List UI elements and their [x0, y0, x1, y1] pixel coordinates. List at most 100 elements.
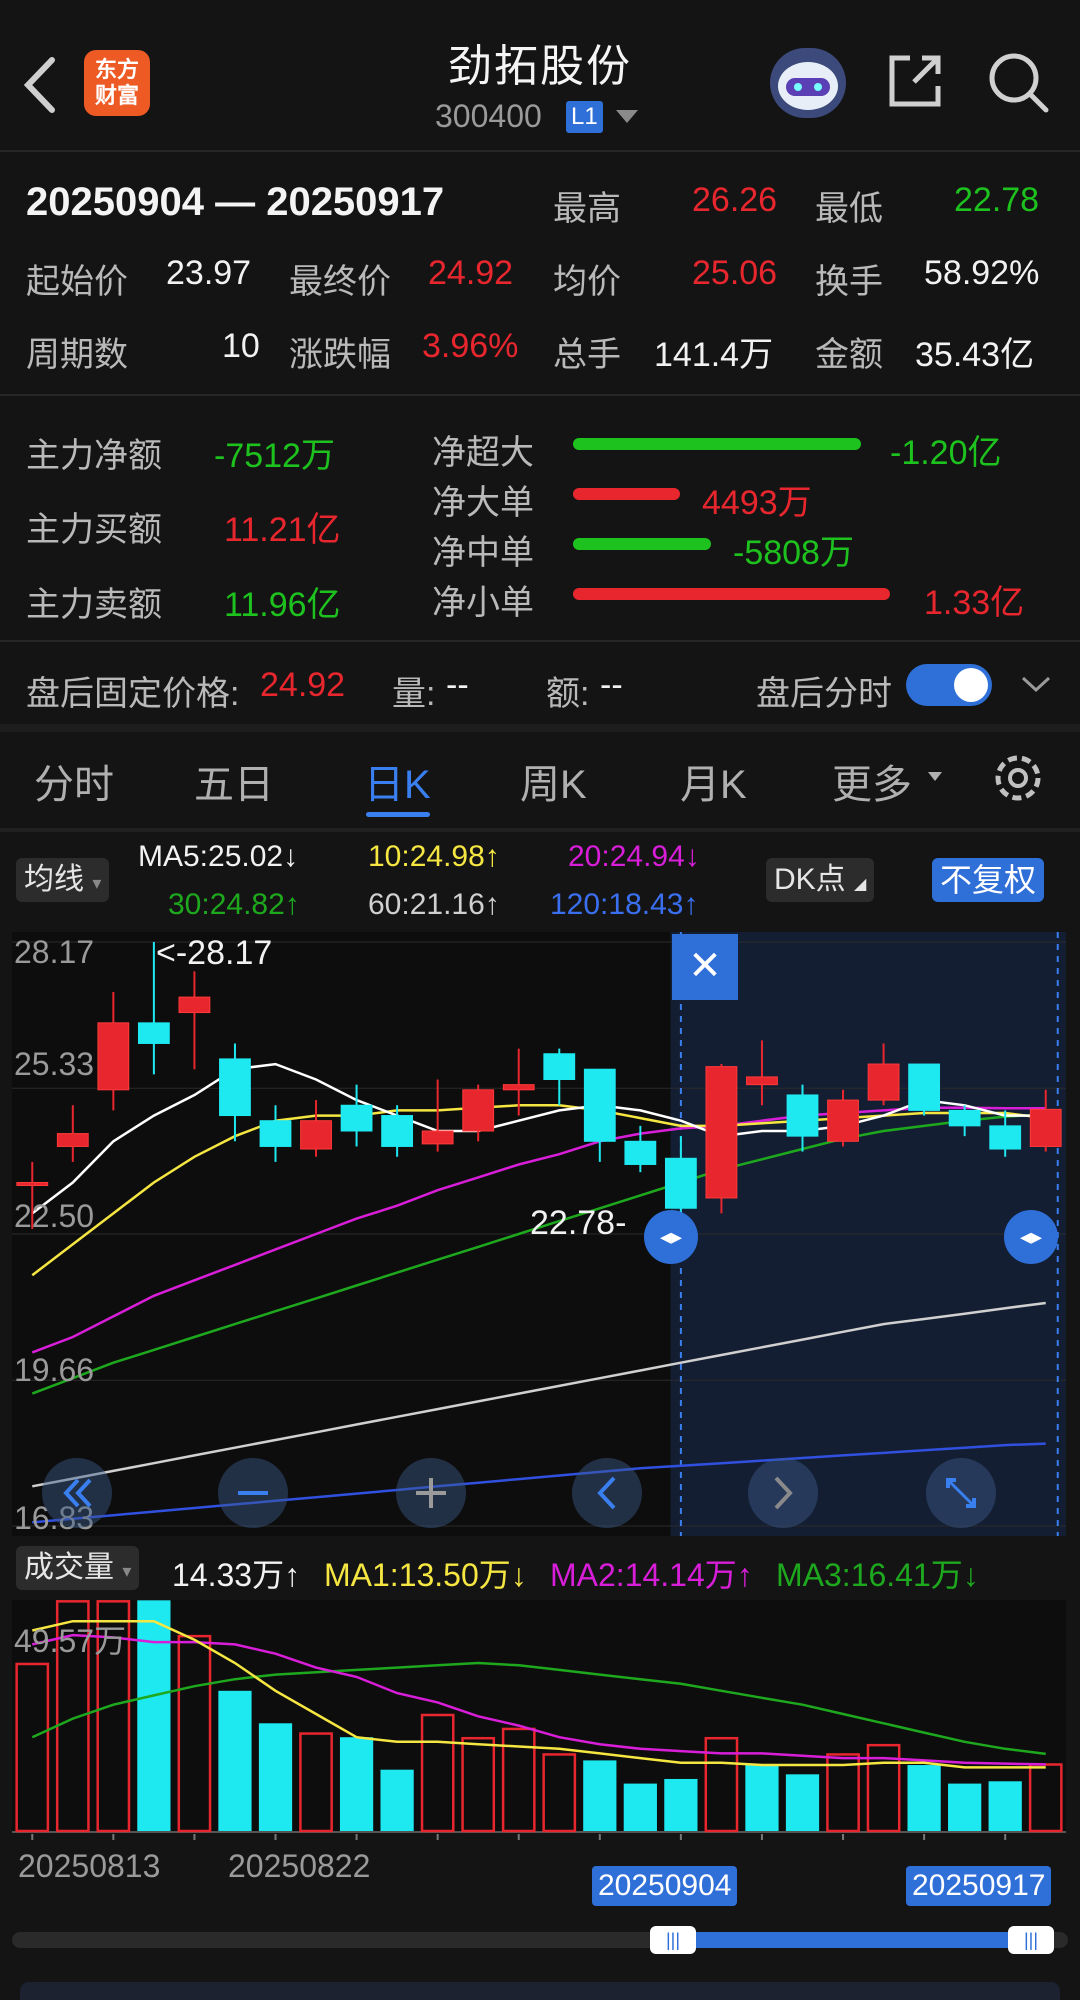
y-tick-1: 25.33 — [14, 1046, 95, 1082]
range-right-grip-icon[interactable]: ||| — [1008, 1926, 1054, 1954]
flow-large-value: 4493万 — [702, 484, 812, 522]
range-start-date: 20250904 — [592, 1866, 738, 1906]
level-badge[interactable]: L1 — [566, 101, 603, 133]
tab-active-indicator — [366, 812, 430, 817]
app-logo[interactable]: 东方 财富 — [84, 50, 150, 116]
candle-body — [502, 1084, 535, 1091]
range-left-grip-icon[interactable]: ||| — [650, 1926, 696, 1954]
periods-value: 10 — [222, 327, 260, 365]
candle-body — [219, 1058, 251, 1117]
main-buy-value: 11.21亿 — [224, 511, 341, 549]
divider — [0, 828, 1080, 832]
main-buy-label: 主力买额 — [26, 511, 162, 549]
candle-body — [786, 1094, 819, 1137]
candle-body — [16, 1182, 49, 1187]
y-tick-3: 19.66 — [14, 1352, 95, 1388]
flow-small-label: 净小单 — [432, 584, 534, 622]
tab-weekly-k[interactable]: 周K — [520, 752, 587, 810]
close-icon[interactable]: ✕ — [672, 934, 738, 1000]
after-hours-price: 24.92 — [260, 666, 346, 704]
logo-text-top: 东方 — [94, 57, 139, 82]
step-right-icon[interactable] — [748, 1458, 818, 1528]
tab-five-day[interactable]: 五日 — [194, 752, 274, 810]
range-start-handle-icon[interactable]: ◂▸ — [644, 1210, 698, 1264]
logo-text-bottom: 财富 — [94, 83, 139, 108]
close-value: 24.92 — [428, 254, 514, 292]
candle-body — [705, 1066, 738, 1199]
main-sell-value: 11.96亿 — [224, 586, 341, 624]
tab-more[interactable]: 更多 — [832, 752, 912, 810]
fullscreen-icon[interactable] — [926, 1458, 996, 1528]
candle-body — [56, 1133, 89, 1147]
volume-selector-label: 成交量 — [24, 1551, 114, 1584]
volume-bar — [583, 1760, 617, 1831]
adjust-button[interactable]: 不复权 — [932, 858, 1045, 902]
share-icon[interactable] — [884, 50, 946, 112]
main-sell-label: 主力卖额 — [26, 586, 162, 624]
candle-body — [908, 1063, 941, 1111]
step-left-icon[interactable] — [572, 1458, 642, 1528]
change-value: 3.96% — [422, 327, 519, 365]
volume-bar — [988, 1781, 1022, 1831]
flow-super-label: 净超大 — [432, 434, 534, 472]
candle-body — [462, 1089, 495, 1132]
range-end-date: 20250917 — [906, 1866, 1052, 1906]
candle-body — [137, 1022, 170, 1044]
corner-triangle-icon: ◢ — [854, 876, 867, 893]
dk-point-button[interactable]: DK点 ◢ — [766, 858, 875, 902]
candle-body — [1029, 1108, 1062, 1147]
tab-daily-k[interactable]: 日K — [364, 752, 431, 810]
toggle-knob — [954, 668, 988, 702]
search-icon[interactable] — [986, 50, 1050, 114]
candle-body — [989, 1125, 1022, 1150]
stock-code[interactable]: 300400 — [435, 98, 542, 135]
candle-body — [421, 1130, 454, 1145]
volume-bar — [664, 1778, 698, 1831]
caret-down-icon — [928, 772, 942, 781]
chevron-down-icon[interactable] — [616, 110, 638, 123]
open-value: 23.97 — [166, 254, 252, 292]
caret-down-icon: ▾ — [122, 1561, 132, 1581]
tab-intraday[interactable]: 分时 — [34, 752, 114, 810]
volume-chart[interactable] — [0, 1600, 1080, 1840]
indicator-selector-label: 均线 — [24, 863, 84, 896]
volume-ma1: MA1:13.50万↓ — [324, 1557, 527, 1593]
zoom-out-icon[interactable] — [218, 1458, 288, 1528]
fast-rewind-icon[interactable] — [42, 1458, 112, 1528]
range-selected — [672, 1932, 1032, 1948]
date-range: 20250904 — 20250917 — [26, 180, 445, 224]
volume-bar — [258, 1723, 293, 1831]
flow-small-bar — [573, 588, 890, 600]
bottom-panel-edge — [20, 1982, 1060, 2000]
after-hours-timeshare-label: 盘后分时 — [756, 675, 892, 713]
back-arrow-icon[interactable] — [20, 50, 60, 120]
volume-bar — [380, 1769, 414, 1831]
flow-large-label: 净大单 — [432, 484, 534, 522]
assistant-robot-icon[interactable] — [770, 48, 846, 118]
candle-body — [948, 1109, 981, 1127]
flow-super-bar — [573, 438, 861, 450]
volume-bar — [137, 1600, 171, 1831]
after-hours-price-label: 盘后固定价格: — [26, 675, 240, 713]
ma120-value: 120:18.43↑ — [550, 888, 699, 921]
volume-bar — [907, 1765, 941, 1831]
volume-current: 14.33万↑ — [172, 1557, 301, 1593]
y-tick-2: 22.50 — [14, 1198, 95, 1234]
chevron-down-icon[interactable] — [1020, 674, 1052, 694]
range-end-handle-icon[interactable]: ◂▸ — [1004, 1210, 1058, 1264]
zoom-in-icon[interactable] — [396, 1458, 466, 1528]
volume-ma3: MA3:16.41万↓ — [776, 1557, 979, 1593]
top-bar: 东方 财富 劲拓股份 300400 L1 — [0, 0, 1080, 150]
volume-selector[interactable]: 成交量 ▾ — [16, 1546, 140, 1590]
tab-monthly-k[interactable]: 月K — [680, 752, 747, 810]
periods-label: 周期数 — [26, 336, 128, 374]
candle-body — [340, 1104, 373, 1132]
candle-body — [746, 1076, 778, 1086]
indicator-selector[interactable]: 均线 ▾ — [16, 858, 110, 902]
candle-body — [300, 1120, 332, 1150]
flow-medium-label: 净中单 — [432, 534, 534, 572]
volume-label: 总手 — [553, 336, 621, 374]
candle-body — [543, 1053, 576, 1081]
gear-icon[interactable] — [990, 750, 1046, 806]
after-hours-toggle[interactable] — [906, 664, 992, 706]
